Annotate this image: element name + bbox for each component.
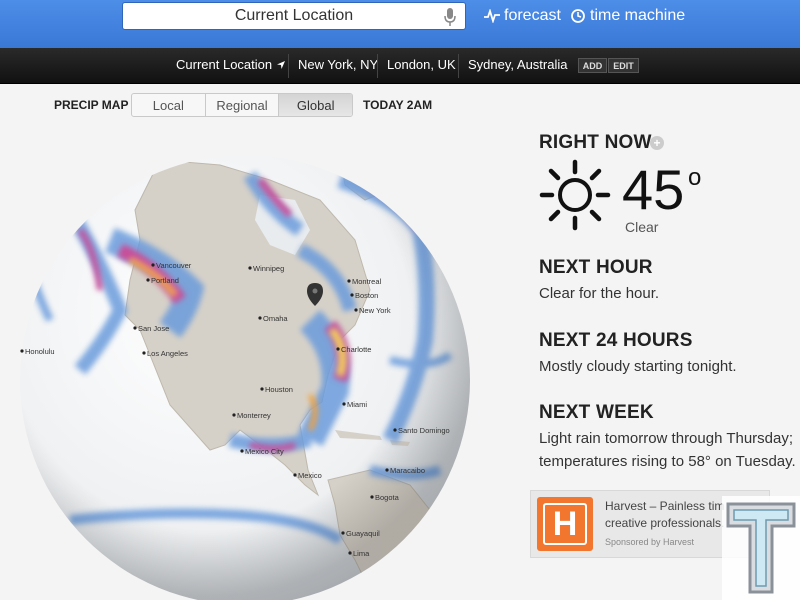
next-week-heading: NEXT WEEK [539,402,654,423]
location-new-york[interactable]: New York, NY [298,57,378,72]
city-label: Omaha [263,314,288,323]
next-24-hours-summary: Mostly cloudy starting tonight. [539,358,737,375]
location-arrow-icon [276,61,285,69]
next-hour-summary: Clear for the hour. [539,285,660,302]
location-sydney[interactable]: Sydney, Australia [468,57,567,72]
tab-local[interactable]: Local [132,94,205,116]
location-london[interactable]: London, UK [387,57,456,72]
watermark-logo [722,496,800,600]
precipitation-globe[interactable]: Vancouver Portland Winnipeg Montreal Bos… [10,140,490,600]
ad-text-line1: Harvest – Painless tim [605,499,725,513]
forecast-label: forecast [504,7,561,24]
current-temperature: 45 [622,158,685,221]
search-input[interactable] [123,3,465,29]
city-label: Mexico City [245,447,284,456]
right-now-heading: RIGHT NOW [539,132,652,153]
tab-regional[interactable]: Regional [204,94,279,116]
degree-symbol: o [688,164,702,191]
map-scope-toggle: Local Regional Global [131,93,353,117]
city-label: Vancouver [156,261,192,270]
plus-icon[interactable]: + [650,136,664,150]
next-hour-heading: NEXT HOUR [539,257,653,278]
harvest-logo: H [537,497,593,551]
city-label: Miami [347,400,367,409]
next-week-summary-line1: Light rain tomorrow through Thursday; [539,430,794,447]
city-label: San Jose [138,324,169,333]
edit-locations-button[interactable]: EDIT [608,58,639,73]
city-label: Los Angeles [147,349,188,358]
globe-shading [20,155,470,600]
tab-global[interactable]: Global [278,94,352,116]
city-label: Maracaibo [390,466,425,475]
time-machine-link[interactable]: time machine [570,6,685,26]
next-week-summary-line2: temperatures rising to 58° on Tuesday. [539,453,796,470]
ad-sponsor: Sponsored by Harvest [605,537,695,547]
divider [458,54,459,78]
current-condition: Clear [625,219,659,235]
forecast-link[interactable]: forecast [484,6,561,26]
map-time-label: TODAY 2AM [363,98,433,112]
divider [377,54,378,78]
city-label: Bogota [375,493,400,502]
city-label: Charlotte [341,345,371,354]
microphone-icon[interactable] [443,7,457,27]
city-label: Honolulu [25,347,55,356]
city-label: Monterrey [237,411,271,420]
location-current[interactable]: Current Location [176,57,286,72]
city-label: Montreal [352,277,382,286]
divider [288,54,289,78]
city-label: Winnipeg [253,264,284,273]
city-label: Guayaquil [346,529,380,538]
pulse-icon [484,9,500,23]
ad-text-line2: creative professionals. [605,516,725,530]
city-label: Boston [355,291,378,300]
time-machine-label: time machine [590,7,686,24]
city-label: Houston [265,385,293,394]
city-label: Santo Domingo [398,426,450,435]
add-location-button[interactable]: ADD [578,58,607,73]
clock-icon [571,9,585,23]
city-label: Mexico [298,471,322,480]
precip-map-label: PRECIP MAP [54,98,129,112]
locations-bar: Current Location New York, NY London, UK… [0,48,800,84]
city-label: Lima [353,549,370,558]
city-label: Portland [151,276,179,285]
next-24-hours-heading: NEXT 24 HOURS [539,330,693,351]
city-label: New York [359,306,391,315]
top-bar: forecast time machine [0,0,800,48]
search-box[interactable] [122,2,466,30]
sun-icon [539,159,611,231]
